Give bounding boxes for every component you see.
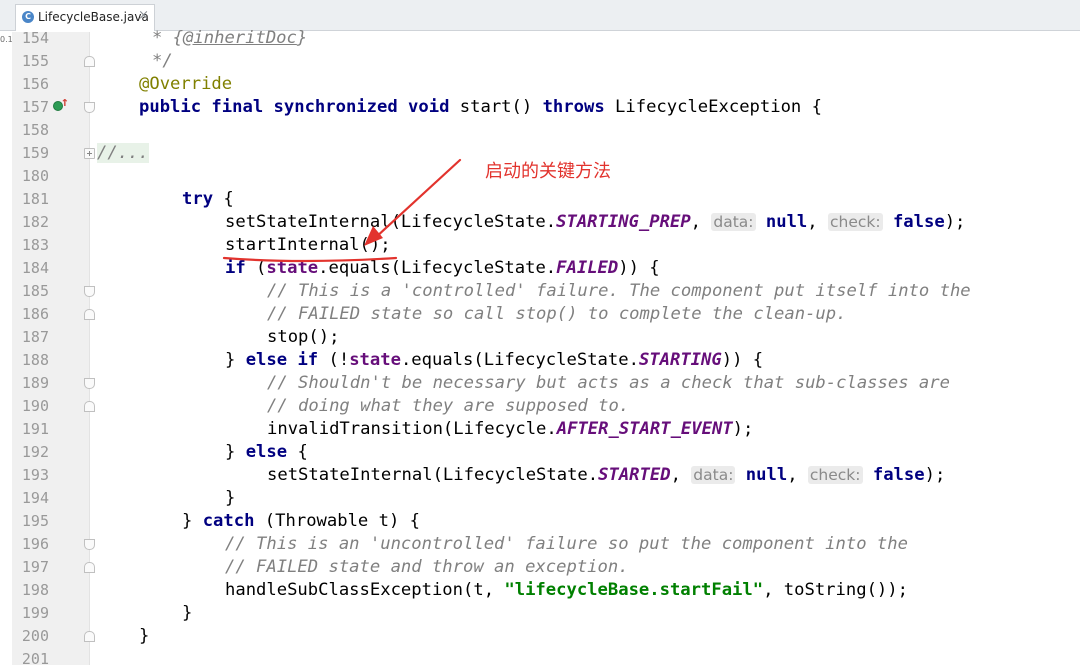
fold-start-icon[interactable]	[84, 378, 95, 389]
arrow-up-icon: ↑	[61, 95, 69, 110]
code-line: // FAILED state so call stop() to comple…	[267, 304, 847, 324]
parameter-hint: check:	[807, 466, 863, 484]
fold-start-icon[interactable]	[84, 102, 95, 113]
line-number: 198	[21, 581, 49, 599]
line-number: 157	[21, 98, 49, 116]
code-line: } else if (!state.equals(LifecycleState.…	[225, 350, 764, 370]
class-file-icon: C	[22, 11, 34, 23]
code-line: // This is a 'controlled' failure. The c…	[267, 281, 971, 301]
code-line: try {	[182, 189, 234, 209]
code-line: handleSubClassException(t, "lifecycleBas…	[225, 580, 908, 600]
folded-code-region[interactable]: //...	[97, 143, 149, 163]
code-line: // Shouldn't be necessary but acts as a …	[267, 373, 950, 393]
code-line: invalidTransition(Lifecycle.AFTER_START_…	[267, 419, 754, 439]
fold-expand-icon[interactable]	[84, 148, 95, 159]
line-number: 158	[21, 121, 49, 139]
code-line: setStateInternal(LifecycleState.STARTING…	[225, 212, 966, 232]
line-number: 201	[21, 650, 49, 668]
code-line: startInternal();	[225, 235, 391, 255]
code-line: // FAILED state and throw an exception.	[225, 557, 629, 577]
code-line: // doing what they are supposed to.	[267, 396, 630, 416]
code-line: * {@inheritDoc}	[152, 28, 308, 48]
line-number: 181	[21, 190, 49, 208]
code-line: }	[139, 626, 150, 646]
line-number: 182	[21, 213, 49, 231]
code-line: @Override	[139, 74, 233, 94]
line-number: 190	[21, 397, 49, 415]
line-number: 196	[21, 535, 49, 553]
code-line: stop();	[267, 327, 340, 347]
line-number: 185	[21, 282, 49, 300]
line-number: 183	[21, 236, 49, 254]
code-line: } catch (Throwable t) {	[182, 511, 421, 531]
line-number: 193	[21, 466, 49, 484]
line-number: 199	[21, 604, 49, 622]
parameter-hint: data:	[691, 466, 736, 484]
code-line: }	[225, 488, 236, 508]
line-number: 184	[21, 259, 49, 277]
fold-end-icon[interactable]	[84, 631, 95, 642]
line-number: 187	[21, 328, 49, 346]
line-number: 156	[21, 75, 49, 93]
line-number: 180	[21, 167, 49, 185]
code-line: setStateInternal(LifecycleState.STARTED,…	[267, 465, 946, 485]
line-number: 191	[21, 420, 49, 438]
tab-label: LifecycleBase.java	[38, 10, 149, 24]
code-line: */	[152, 51, 173, 71]
line-number: 154	[21, 29, 49, 47]
fold-end-icon[interactable]	[84, 56, 95, 67]
line-number: 188	[21, 351, 49, 369]
code-line: } else {	[225, 442, 308, 462]
code-line: //...	[97, 142, 149, 165]
fold-start-icon[interactable]	[84, 539, 95, 550]
line-number: 200	[21, 627, 49, 645]
fold-end-icon[interactable]	[84, 309, 95, 320]
line-number: 186	[21, 305, 49, 323]
code-line: public final synchronized void start() t…	[139, 97, 822, 117]
line-number: 192	[21, 443, 49, 461]
left-tool-strip: 0.1	[0, 32, 13, 665]
parameter-hint: data:	[711, 213, 756, 231]
line-number: 155	[21, 52, 49, 70]
fold-end-icon[interactable]	[84, 562, 95, 573]
code-line: }	[182, 603, 193, 623]
line-number: 189	[21, 374, 49, 392]
line-number: 197	[21, 558, 49, 576]
line-number: 195	[21, 512, 49, 530]
annotation-label: 启动的关键方法	[485, 161, 611, 182]
line-number: 159	[21, 144, 49, 162]
fold-start-icon[interactable]	[84, 286, 95, 297]
close-icon[interactable]: ×	[138, 8, 149, 23]
code-line: if (state.equals(LifecycleState.FAILED))…	[225, 258, 660, 278]
parameter-hint: check:	[827, 213, 883, 231]
left-strip-stub: 0.1	[0, 35, 13, 44]
code-line: // This is an 'uncontrolled' failure so …	[225, 534, 908, 554]
fold-end-icon[interactable]	[84, 401, 95, 412]
line-number: 194	[21, 489, 49, 507]
